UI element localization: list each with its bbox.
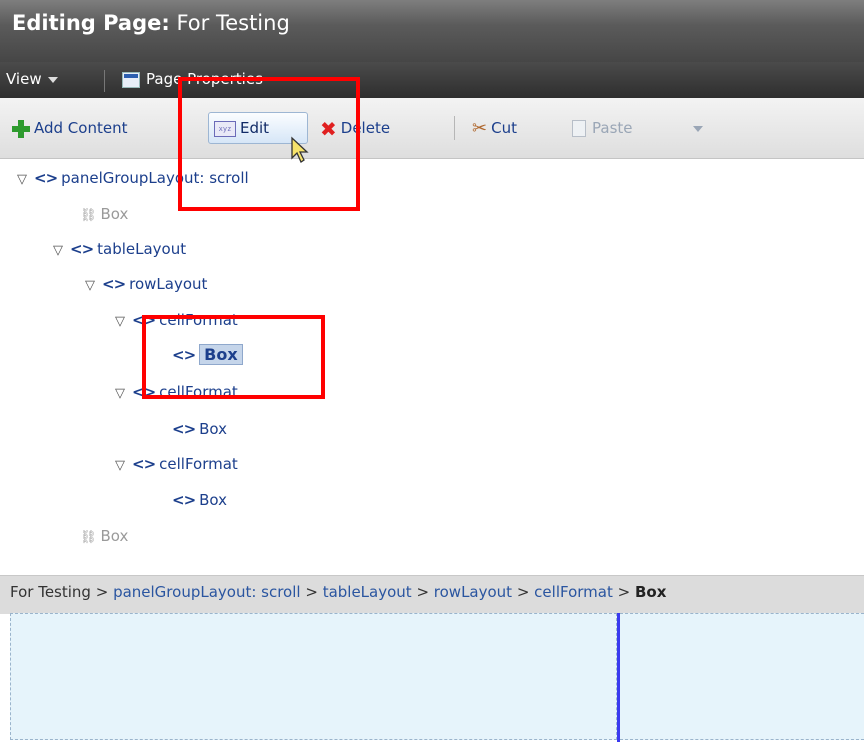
toolbar — [0, 98, 864, 159]
breadcrumb-link[interactable]: panelGroupLayout: scroll — [113, 583, 301, 601]
canvas-cell-right[interactable] — [620, 613, 864, 740]
breadcrumb-link[interactable]: tableLayout — [323, 583, 412, 601]
tag-icon: <> — [172, 420, 196, 438]
breadcrumb-separator: > — [612, 583, 635, 601]
plus-icon — [12, 119, 30, 138]
scissors-icon: ✂ — [472, 117, 488, 139]
add-content-label: Add Content — [34, 119, 128, 137]
tree-node[interactable]: ▽ <> cellFormat — [112, 451, 238, 477]
breadcrumb-current: Box — [634, 583, 667, 601]
expand-toggle-icon[interactable]: ▽ — [82, 273, 98, 299]
tree-node-label: rowLayout — [129, 275, 208, 293]
tree-node[interactable]: ⛓ Box — [80, 201, 128, 227]
mouse-cursor-icon — [291, 136, 309, 163]
broken-link-icon: ⛓ — [80, 530, 97, 545]
page-title: Editing Page: For Testing — [12, 11, 290, 35]
expand-toggle-icon[interactable]: ▽ — [14, 167, 30, 193]
broken-link-icon: ⛓ — [80, 208, 97, 223]
expand-toggle-icon[interactable]: ▽ — [50, 238, 66, 264]
tag-icon: <> — [102, 275, 126, 293]
more-options-chevron-icon[interactable] — [693, 126, 703, 132]
cut-label: Cut — [491, 119, 517, 137]
breadcrumb-separator: > — [300, 583, 323, 601]
page-properties-icon — [122, 71, 140, 88]
tree-node-label: cellFormat — [159, 455, 238, 473]
chevron-down-icon — [47, 76, 58, 83]
breadcrumb-link[interactable]: For Testing — [10, 583, 91, 601]
tag-icon: <> — [172, 491, 196, 509]
tree-node[interactable]: ▽ <> rowLayout — [82, 271, 207, 297]
clipboard-icon — [572, 120, 586, 137]
tree-node-label: tableLayout — [97, 240, 187, 258]
tag-icon: <> — [70, 240, 94, 258]
breadcrumb-separator: > — [411, 583, 434, 601]
view-menu-label: View — [6, 70, 42, 88]
paste-label: Paste — [592, 119, 633, 137]
expand-toggle-icon[interactable]: ▽ — [112, 381, 128, 407]
breadcrumb-trail: For Testing > panelGroupLayout: scroll >… — [10, 576, 666, 608]
canvas-cell-left[interactable] — [10, 613, 617, 740]
tag-icon: <> — [34, 169, 58, 187]
tree-node-label: Box — [199, 420, 228, 438]
breadcrumb-link[interactable]: rowLayout — [434, 583, 512, 601]
breadcrumb-link[interactable]: cellFormat — [534, 583, 613, 601]
breadcrumb-separator: > — [90, 583, 114, 601]
tree-node[interactable]: <> Box — [172, 487, 227, 513]
menu-divider — [104, 70, 105, 92]
title-bar: Editing Page: For Testing — [0, 0, 864, 62]
toolbar-divider — [454, 116, 455, 140]
tree-node-label: Box — [100, 527, 129, 545]
expand-toggle-icon[interactable]: ▽ — [112, 453, 128, 479]
breadcrumb-separator: > — [512, 583, 535, 601]
breadcrumb: For Testing > panelGroupLayout: scroll >… — [0, 575, 864, 614]
tree-node[interactable]: <> Box — [172, 416, 227, 442]
tag-icon: <> — [132, 455, 156, 473]
paste-button[interactable]: Paste — [572, 114, 633, 142]
tree-node[interactable]: ▽ <> tableLayout — [50, 236, 186, 262]
view-menu[interactable]: View — [6, 64, 96, 94]
highlight-box-edit — [178, 77, 360, 211]
highlight-box-selected-node — [142, 315, 325, 399]
tree-node-label: Box — [100, 205, 129, 223]
expand-toggle-icon[interactable]: ▽ — [112, 309, 128, 335]
tree-node[interactable]: ⛓ Box — [80, 523, 128, 549]
cut-button[interactable]: ✂ Cut — [472, 114, 517, 142]
tree-node-label: Box — [199, 491, 228, 509]
add-content-button[interactable]: Add Content — [12, 114, 127, 142]
